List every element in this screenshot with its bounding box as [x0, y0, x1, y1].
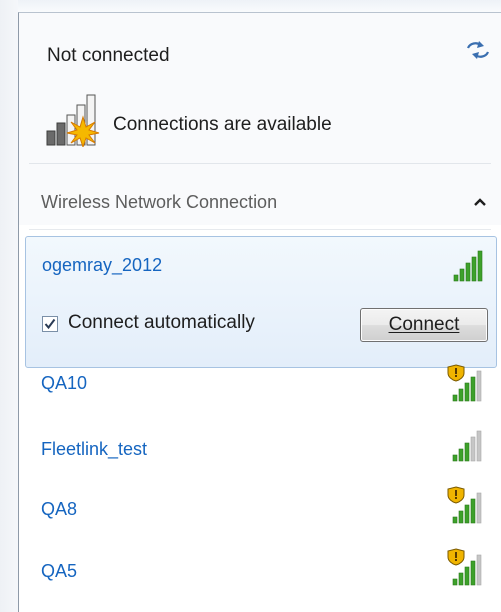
signal-bar — [476, 430, 482, 462]
signal-strength-icon — [452, 430, 482, 462]
signal-bar — [471, 256, 477, 282]
network-name[interactable]: ogemray_2012 — [42, 255, 162, 276]
shield-mark — [455, 497, 457, 499]
checkmark-icon — [44, 318, 56, 330]
signal-bar — [459, 268, 465, 282]
network-name[interactable]: QA5 — [41, 561, 77, 582]
signal-bar — [453, 274, 459, 282]
connect-automatically-label[interactable]: Connect automatically — [68, 312, 255, 334]
connect-button[interactable]: Connect — [360, 308, 488, 342]
connection-status: Not connected — [47, 45, 170, 66]
signal-bar — [458, 448, 464, 462]
shield-mark — [455, 368, 457, 374]
signal-bar — [452, 454, 458, 462]
signal-bar — [476, 554, 482, 586]
shield-mark — [455, 559, 457, 561]
signal-bar — [464, 442, 470, 462]
secured-signal-icon — [447, 364, 482, 402]
availability-text: Connections are available — [113, 114, 332, 135]
signal-bar — [470, 498, 476, 524]
section-header[interactable]: Wireless Network Connection — [19, 185, 501, 225]
refresh-icon[interactable] — [465, 39, 491, 61]
signal-bar — [476, 370, 482, 402]
network-name[interactable]: Fleetlink_test — [41, 439, 147, 460]
window-left-edge — [0, 0, 18, 612]
window-top-edge — [0, 0, 501, 12]
signal-bar — [452, 516, 458, 524]
network-item[interactable]: QA5 — [19, 548, 501, 611]
signal-bar — [470, 560, 476, 586]
signal-bar — [452, 394, 458, 402]
signal-bar — [470, 436, 476, 462]
signal-bar — [458, 510, 464, 524]
section-divider — [29, 229, 491, 230]
network-item[interactable]: QA8 — [19, 486, 501, 547]
secured-signal-icon — [447, 548, 482, 586]
network-available-icon — [46, 94, 100, 147]
network-item[interactable]: QA10 — [19, 359, 501, 415]
shield-mark — [455, 552, 457, 558]
signal-bar — [470, 376, 476, 402]
signal-bar — [464, 504, 470, 524]
secured-signal-icon — [447, 486, 482, 524]
signal-bar — [464, 566, 470, 586]
signal-bar — [464, 382, 470, 402]
header-divider — [29, 163, 491, 164]
connect-automatically-checkbox[interactable] — [42, 316, 58, 332]
signal-strength-icon — [453, 250, 483, 282]
status-header: Not connected Connections are available … — [19, 13, 501, 225]
signal-bar — [476, 492, 482, 524]
network-name[interactable]: QA8 — [41, 499, 77, 520]
shield-mark — [455, 375, 457, 377]
chevron-up-icon[interactable] — [473, 197, 487, 207]
network-flyout: Not connected Connections are available … — [18, 12, 501, 612]
signal-bar — [458, 572, 464, 586]
signal-bar — [465, 262, 471, 282]
signal-bar — [452, 578, 458, 586]
signal-bar — [477, 250, 483, 282]
section-label: Wireless Network Connection — [41, 192, 278, 212]
network-item[interactable]: Fleetlink_test — [19, 430, 501, 487]
shield-mark — [455, 490, 457, 496]
signal-bar — [458, 388, 464, 402]
network-name[interactable]: QA10 — [41, 373, 87, 394]
network-item-selected[interactable]: ogemray_2012 Connect automatically Conne… — [25, 236, 497, 368]
